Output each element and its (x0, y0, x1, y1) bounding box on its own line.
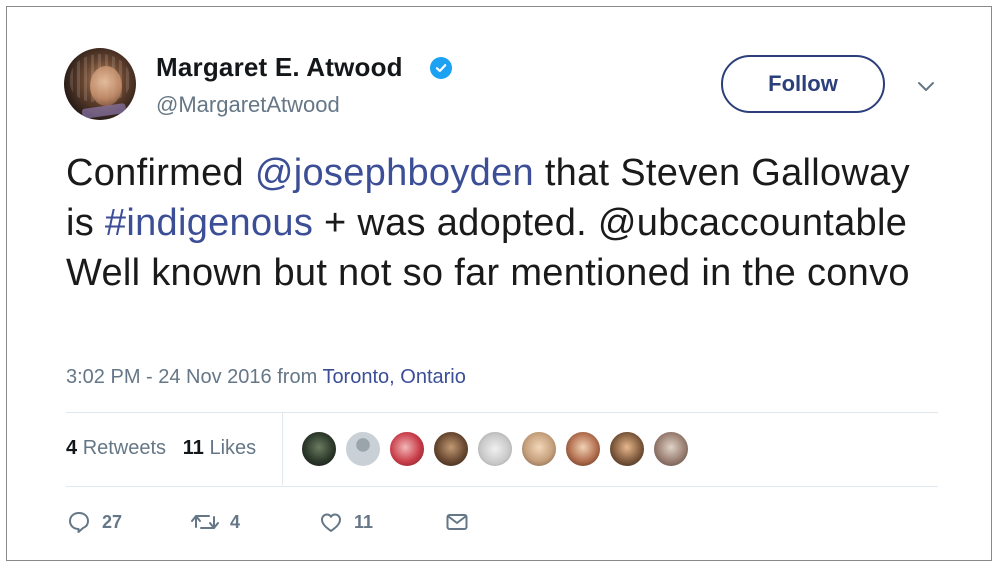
divider (282, 413, 283, 485)
reply-count: 27 (102, 511, 123, 532)
direct-message-button[interactable] (444, 505, 470, 539)
reply-icon (69, 512, 89, 533)
reply-button[interactable]: 27 (66, 505, 122, 539)
retweets-stat[interactable]: 4 Retweets (66, 437, 166, 459)
like-button[interactable]: 11 (318, 505, 373, 539)
like-count: 11 (354, 511, 374, 532)
liker-avatar[interactable] (300, 430, 338, 468)
retweet-button[interactable]: 4 (190, 505, 240, 539)
follow-button[interactable]: Follow (721, 55, 885, 113)
liker-avatar[interactable] (344, 430, 382, 468)
liker-avatar[interactable] (652, 430, 690, 468)
hashtag-link[interactable]: #indigenous (105, 202, 313, 244)
divider (66, 486, 938, 487)
author-name[interactable]: Margaret E. Atwood (156, 52, 403, 83)
tweet-meta: 3:02 PM - 24 Nov 2016 from Toronto, Onta… (66, 366, 466, 389)
liker-avatar[interactable] (432, 430, 470, 468)
divider (66, 412, 938, 413)
liker-avatar[interactable] (476, 430, 514, 468)
tweet-text: Confirmed @josephboyden that Steven Gall… (66, 148, 946, 298)
location-link[interactable]: Toronto, Ontario (322, 366, 465, 388)
timestamp[interactable]: 3:02 PM - 24 Nov 2016 from (66, 366, 317, 388)
tweet-text-part: Confirmed (66, 152, 255, 194)
message-icon (446, 514, 468, 530)
author-handle[interactable]: @MargaretAtwood (156, 92, 340, 118)
liker-avatar[interactable] (564, 430, 602, 468)
retweet-count: 4 (230, 511, 241, 532)
like-icon (321, 513, 341, 532)
verified-badge-icon (430, 57, 452, 79)
liker-avatar[interactable] (608, 430, 646, 468)
engagement-stats: 4 Retweets 11 Likes (66, 437, 256, 460)
retweet-icon (191, 515, 219, 529)
author-avatar[interactable] (64, 48, 136, 120)
likes-stat[interactable]: 11 Likes (183, 437, 256, 459)
mention-link[interactable]: @josephboyden (255, 152, 534, 194)
liker-avatar[interactable] (520, 430, 558, 468)
liker-avatar[interactable] (388, 430, 426, 468)
chevron-down-icon[interactable] (914, 74, 938, 98)
